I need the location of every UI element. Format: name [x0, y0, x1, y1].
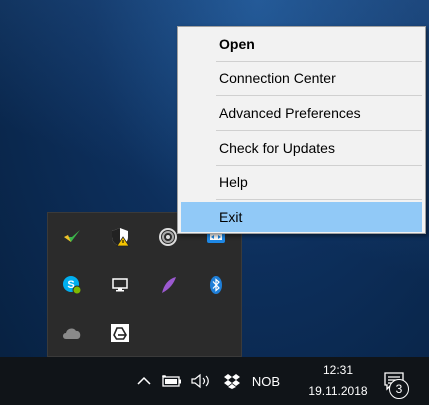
bird-icon[interactable] [61, 226, 83, 248]
menu-item-label: Exit [219, 209, 243, 225]
menu-separator [216, 199, 422, 200]
menu-item-connection-center[interactable]: Connection Center [181, 63, 422, 93]
menu-item-label: Connection Center [219, 70, 336, 86]
spiral-icon[interactable] [157, 226, 179, 248]
dropbox-icon[interactable] [221, 371, 243, 391]
shield-warning-icon[interactable] [109, 226, 131, 248]
clock-time: 12:31 [322, 363, 354, 377]
volume-icon[interactable] [189, 371, 213, 391]
menu-item-label: Help [219, 174, 248, 190]
menu-separator [216, 130, 422, 131]
skype-icon[interactable]: S [61, 274, 83, 296]
menu-separator [216, 61, 422, 62]
monitor-icon[interactable] [109, 274, 131, 296]
drive-icon[interactable] [109, 322, 131, 344]
context-menu: Open Connection Center Advanced Preferen… [177, 26, 426, 234]
battery-icon[interactable] [160, 371, 184, 391]
bluetooth-icon[interactable] [205, 274, 227, 296]
menu-item-label: Open [219, 36, 255, 52]
menu-separator [216, 165, 422, 166]
chevron-up-icon[interactable] [134, 371, 154, 391]
menu-item-help[interactable]: Help [181, 167, 422, 197]
menu-item-exit[interactable]: Exit [181, 202, 422, 232]
menu-item-advanced-preferences[interactable]: Advanced Preferences [181, 98, 422, 128]
menu-item-check-for-updates[interactable]: Check for Updates [181, 133, 422, 163]
menu-item-open[interactable]: Open [181, 29, 422, 59]
clock[interactable]: 12:31 19.11.2018 [307, 360, 369, 402]
feather-icon[interactable] [157, 274, 179, 296]
cloud-icon[interactable] [61, 322, 83, 344]
menu-item-label: Check for Updates [219, 140, 335, 156]
notification-count-badge: 3 [389, 379, 409, 399]
language-indicator[interactable]: NOB [248, 371, 284, 391]
menu-item-label: Advanced Preferences [219, 105, 361, 121]
clock-date: 19.11.2018 [308, 384, 368, 398]
menu-separator [216, 95, 422, 96]
